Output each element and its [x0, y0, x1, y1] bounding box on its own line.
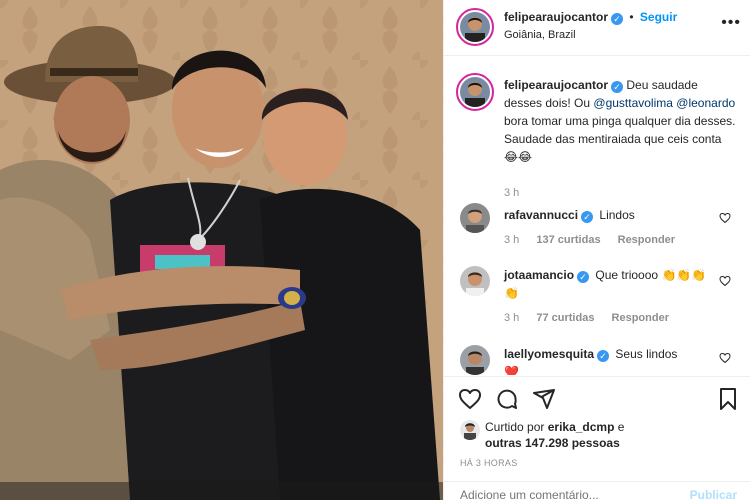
comment-body: Que trioooo — [595, 268, 659, 282]
caption-avatar[interactable] — [456, 73, 494, 111]
comment-username[interactable]: jotaamancio — [504, 268, 574, 282]
caption-username[interactable]: felipearaujocantor — [504, 78, 608, 92]
liker-avatar[interactable] — [460, 420, 480, 440]
comment-avatar[interactable] — [460, 203, 490, 233]
comment-item: rafavannucci ✓ Lindos 3 h 137 curtidas Re… — [444, 203, 750, 263]
like-heart-icon[interactable] — [458, 387, 482, 411]
likes-count-link[interactable]: outras 147.298 pessoas — [485, 436, 620, 450]
comment-likes[interactable]: 137 curtidas — [536, 234, 600, 246]
heart-icon[interactable] — [719, 212, 731, 224]
verified-badge-icon: ✓ — [577, 271, 590, 283]
post-side-panel: felipearaujocantor ✓ • Seguir Goiânia, Br… — [443, 0, 750, 500]
heart-icon[interactable] — [719, 352, 731, 364]
comment-avatar[interactable] — [460, 266, 490, 296]
comment-username[interactable]: rafavannucci — [504, 208, 578, 222]
comment-item: laellyomesquita ✓ Seus lindos ❤️ — [444, 345, 750, 375]
reply-button[interactable]: Responder — [612, 312, 669, 324]
instagram-post: felipearaujocantor ✓ • Seguir Goiânia, Br… — [0, 0, 750, 500]
verified-badge-icon: ✓ — [611, 81, 624, 93]
post-timestamp[interactable]: HÁ 3 HORAS — [460, 458, 518, 468]
caption-text: felipearaujocantor ✓ Deu saudade desses d… — [504, 76, 737, 166]
comment-body: Lindos — [599, 208, 635, 222]
verified-badge-icon: ✓ — [597, 350, 610, 362]
likes-summary: Curtido por erika_dcmp e outras 147.298 … — [485, 419, 624, 451]
mention-link[interactable]: @leonardo — [676, 96, 735, 110]
follow-button[interactable]: Seguir — [640, 10, 677, 24]
caption-time[interactable]: 3 h — [504, 187, 519, 199]
comment-username[interactable]: laellyomesquita — [504, 347, 594, 361]
comment-time[interactable]: 3 h — [504, 312, 519, 324]
comment-meta: 3 h 137 curtidas Responder — [504, 234, 689, 246]
comment-meta: 3 h 77 curtidas Responder — [504, 312, 683, 324]
heart-icon[interactable] — [719, 275, 731, 287]
comment-text: jotaamancio ✓ Que trioooo 👏👏👏👏 — [504, 266, 715, 302]
post-header: felipearaujocantor ✓ • Seguir Goiânia, Br… — [444, 0, 750, 56]
post-photo[interactable] — [0, 0, 443, 500]
mention-link[interactable]: @gusttavolima — [593, 96, 673, 110]
comment-likes[interactable]: 77 curtidas — [536, 312, 594, 324]
caption: felipearaujocantor ✓ Deu saudade desses d… — [444, 73, 750, 203]
comments-list[interactable]: felipearaujocantor ✓ Deu saudade desses d… — [444, 57, 750, 375]
caption-meta: 3 h — [504, 187, 533, 199]
comment-time[interactable]: 3 h — [504, 234, 519, 246]
location-link[interactable]: Goiânia, Brazil — [504, 29, 576, 41]
comment-text: rafavannucci ✓ Lindos — [504, 206, 715, 224]
separator: • — [629, 10, 634, 24]
verified-badge-icon: ✓ — [611, 13, 624, 25]
comment-avatar[interactable] — [460, 345, 490, 375]
share-send-icon[interactable] — [532, 387, 556, 411]
comment-bubble-icon[interactable] — [495, 387, 519, 411]
publish-button[interactable]: Publicar — [690, 488, 737, 500]
comment-item: jotaamancio ✓ Que trioooo 👏👏👏👏 3 h 77 cur… — [444, 266, 750, 346]
likes-connector: e — [617, 420, 625, 434]
comment-body: Seus lindos — [615, 347, 678, 361]
likes-prefix: Curtido por — [485, 420, 545, 434]
reply-button[interactable]: Responder — [618, 234, 675, 246]
add-comment-bar: Publicar — [444, 481, 750, 500]
save-bookmark-icon[interactable] — [716, 387, 740, 411]
username[interactable]: felipearaujocantor — [504, 10, 608, 24]
comment-text: laellyomesquita ✓ Seus lindos ❤️ — [504, 345, 715, 375]
emoji: 😂😂 — [504, 150, 533, 164]
caption-body-2: bora tomar uma pinga qualquer dia desses… — [504, 114, 736, 146]
post-actions: Curtido por erika_dcmp e outras 147.298 … — [444, 376, 750, 500]
liker-username[interactable]: erika_dcmp — [548, 420, 615, 434]
emoji: ❤️ — [504, 365, 519, 375]
verified-badge-icon: ✓ — [581, 211, 594, 223]
add-comment-input[interactable] — [460, 488, 680, 500]
more-options-icon[interactable]: ••• — [721, 14, 741, 32]
avatar[interactable] — [456, 8, 494, 46]
